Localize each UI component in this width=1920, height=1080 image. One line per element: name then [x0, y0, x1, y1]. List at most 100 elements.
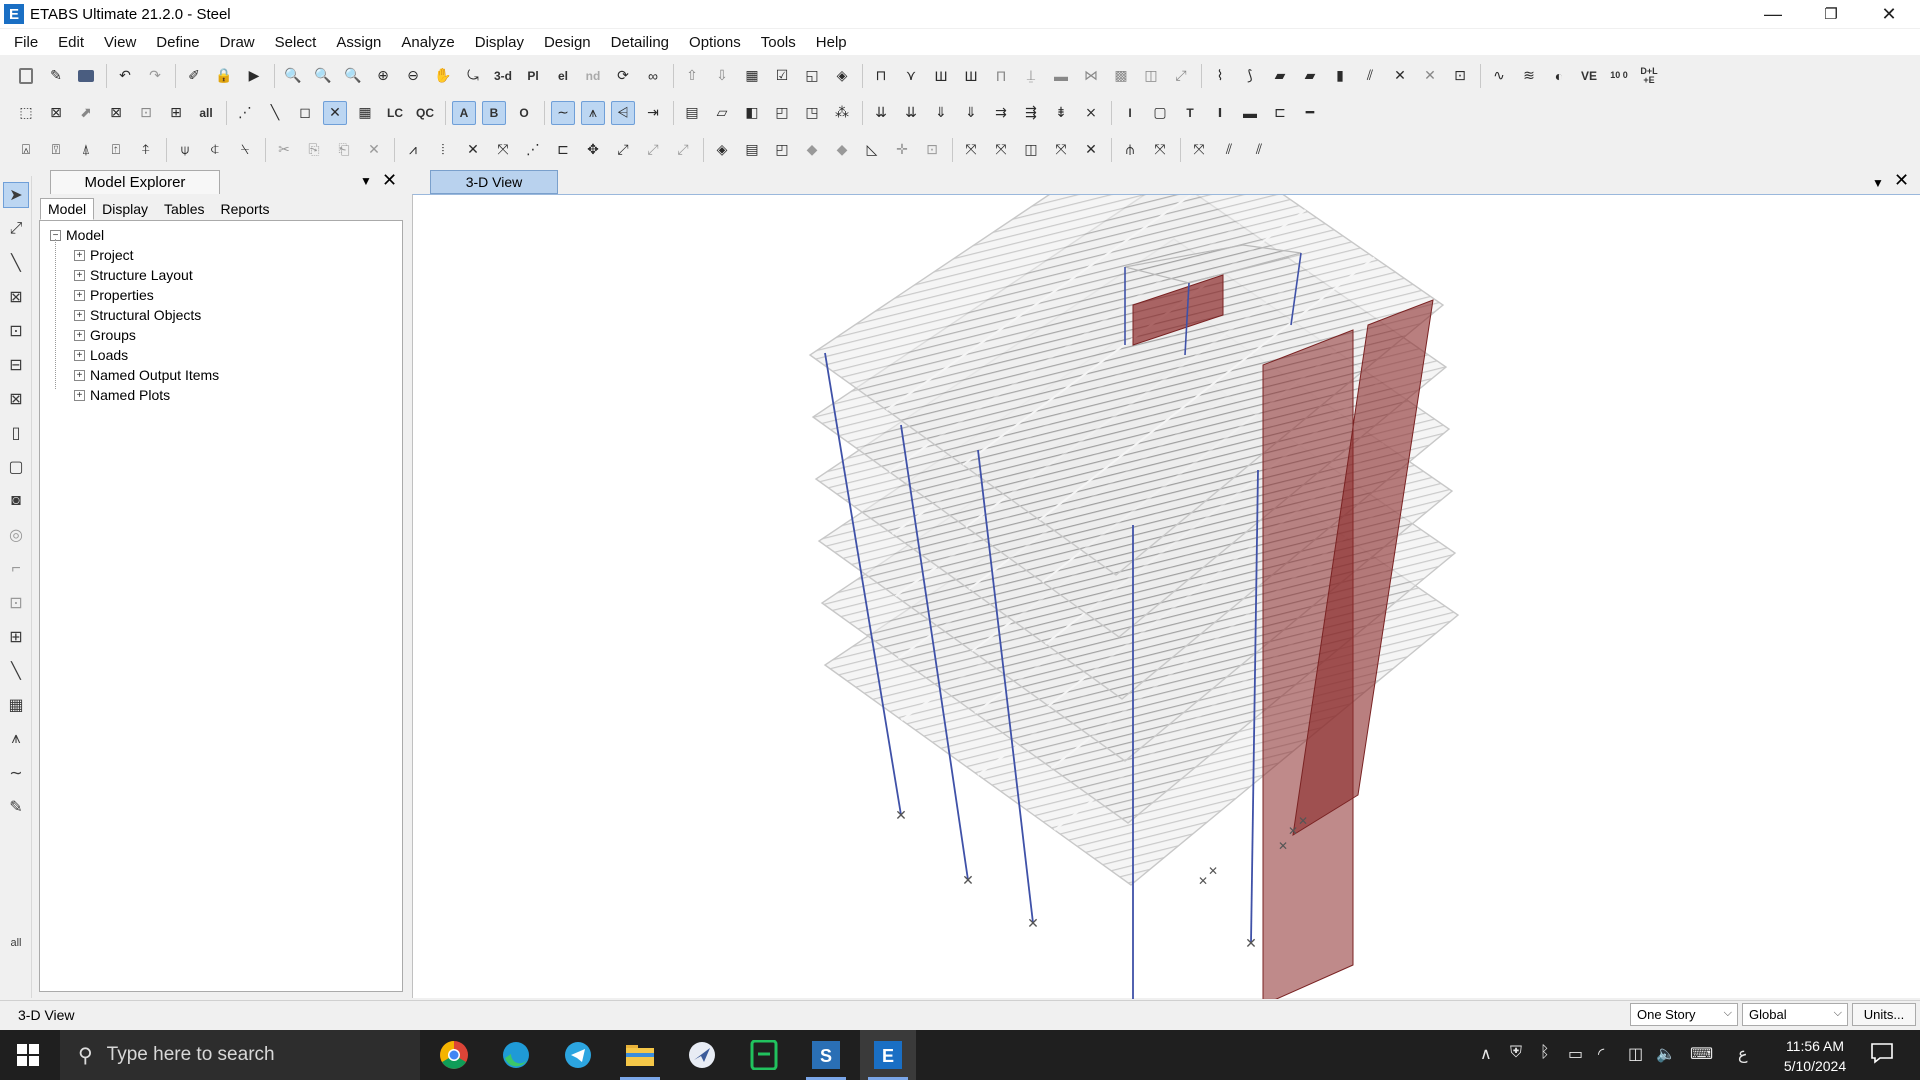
select-previous-icon[interactable]: ⬈	[74, 101, 98, 125]
joint-mass-icon[interactable]: ⍋	[74, 138, 98, 162]
volume-icon[interactable]: 🔈	[1656, 1044, 1676, 1064]
expand-icon[interactable]: +	[74, 389, 85, 401]
assign-self-weight-icon[interactable]: ⇟	[1049, 101, 1073, 125]
time-history-icon[interactable]: ∿	[1487, 64, 1511, 88]
show-offsets-icon[interactable]: ⇥	[641, 101, 665, 125]
tab-model[interactable]: Model	[40, 198, 95, 220]
section-i-icon[interactable]: I	[1118, 101, 1142, 125]
wall-section-icon[interactable]: ▮	[1328, 64, 1352, 88]
section-wide-i-icon[interactable]: Ⅰ	[1208, 101, 1232, 125]
check-model-icon[interactable]: ☑	[770, 64, 794, 88]
draw-section-cut-icon[interactable]: ⊞	[3, 624, 29, 650]
explorer-close-icon[interactable]: ✕	[382, 170, 397, 191]
cut-icon[interactable]: ✂	[272, 138, 296, 162]
menu-view[interactable]: View	[96, 34, 144, 51]
load-combo-100-icon[interactable]: 10 0	[1607, 64, 1631, 88]
tree-node-structural-objects[interactable]: + Structural Objects	[40, 305, 402, 325]
rotate-3d-icon[interactable]: ⤿	[461, 64, 485, 88]
select-intersecting-icon[interactable]: ⊡	[134, 101, 158, 125]
menu-design[interactable]: Design	[536, 34, 599, 51]
tree-node-properties[interactable]: + Properties	[40, 285, 402, 305]
assign-slab-icon[interactable]: ▤	[680, 101, 704, 125]
file-explorer-taskbar-icon[interactable]	[612, 1030, 668, 1080]
etabs-app-icon[interactable]: E	[4, 4, 24, 24]
rubber-band-zoom-icon[interactable]: 🔍	[281, 64, 305, 88]
set-display-options-icon[interactable]: ▦	[740, 64, 764, 88]
save-icon[interactable]	[74, 64, 98, 88]
restraint-icon[interactable]: ⍓	[14, 138, 38, 162]
elevation-view-icon[interactable]: el	[551, 64, 575, 88]
frame-forces-icon[interactable]: ⊓	[869, 64, 893, 88]
menu-detailing[interactable]: Detailing	[603, 34, 677, 51]
nd-view-icon[interactable]: nd	[581, 64, 605, 88]
undo-icon[interactable]: ↶	[113, 64, 137, 88]
section-bar-icon[interactable]: ━	[1298, 101, 1322, 125]
round-corner-icon[interactable]: ◆	[830, 138, 854, 162]
edit-areas-icon[interactable]: ▤	[740, 138, 764, 162]
tree-node-loads[interactable]: + Loads	[40, 345, 402, 365]
replicate-icon[interactable]: ⩘	[401, 138, 425, 162]
expand-icon[interactable]: +	[74, 349, 85, 361]
springs-icon[interactable]: ⍔	[44, 138, 68, 162]
merge-icon[interactable]: ⋰	[521, 138, 545, 162]
add-point-icon[interactable]: ⊡	[920, 138, 944, 162]
assign-area-load-icon[interactable]: ⇓	[929, 101, 953, 125]
frame-release-icon[interactable]: ⍦	[173, 138, 197, 162]
tab-display[interactable]: Display	[94, 198, 156, 220]
previous-zoom-icon[interactable]: 🔍	[341, 64, 365, 88]
draw-column-icon[interactable]: ⊡	[3, 318, 29, 344]
section-channel-icon[interactable]: ⊏	[1268, 101, 1292, 125]
slab-forces-icon[interactable]: ▩	[1109, 64, 1133, 88]
assign-wall-icon[interactable]: ◧	[740, 101, 764, 125]
menu-edit[interactable]: Edit	[50, 34, 92, 51]
display-o-icon[interactable]: O	[512, 101, 536, 125]
split-areas-icon[interactable]: ✛	[890, 138, 914, 162]
show-extrusion-icon[interactable]: ⩚	[581, 100, 605, 125]
menu-analyze[interactable]: Analyze	[393, 34, 462, 51]
joint-reactions-icon[interactable]: ⍊	[1019, 64, 1043, 88]
extrude-icon[interactable]: ⊏	[551, 138, 575, 162]
brace-icon[interactable]: ⫽	[1358, 64, 1382, 88]
steel-deck-icon[interactable]: ▰	[1268, 64, 1292, 88]
system-clock[interactable]: 11:56 AM 5/10/2024	[1760, 1036, 1870, 1076]
tree-node-named-output-items[interactable]: + Named Output Items	[40, 365, 402, 385]
strip-forces-icon[interactable]: ⤢	[1169, 64, 1193, 88]
language-indicator-icon[interactable]: ع	[1738, 1044, 1748, 1064]
disconnect-icon[interactable]: ✕	[1418, 64, 1442, 88]
units-button[interactable]: Units...	[1852, 1003, 1916, 1026]
lock-model-icon[interactable]: 🔒	[212, 64, 236, 88]
assign-temp-load-icon[interactable]: ⇶	[1019, 101, 1043, 125]
section-t-icon[interactable]: T	[1178, 101, 1202, 125]
draw-link-icon[interactable]: ╲	[3, 658, 29, 684]
view-3d-icon[interactable]: 3-d	[491, 64, 515, 88]
draw-area-icon[interactable]: ◻	[293, 101, 317, 125]
member-forces-icon[interactable]: Ш	[929, 64, 953, 88]
brace-draw-2-icon[interactable]: ⫽	[1217, 138, 1241, 162]
chrome-taskbar-icon[interactable]	[426, 1030, 482, 1080]
expand-icon[interactable]: +	[74, 369, 85, 381]
perspective-toggle-icon[interactable]: ∞	[641, 64, 665, 88]
show-fill-icon[interactable]: ⩤	[611, 100, 635, 125]
draw-rectangle-area-icon[interactable]: ▢	[3, 454, 29, 480]
tab-3d-view[interactable]: 3-D View	[430, 170, 558, 194]
brace-draw-3-icon[interactable]: ⫽	[1247, 138, 1271, 162]
security-shield-icon[interactable]: ⛨	[1510, 1044, 1522, 1062]
expand-icon[interactable]: +	[74, 269, 85, 281]
expand-areas-icon[interactable]: ◰	[770, 138, 794, 162]
align-icon[interactable]: ⦙	[431, 138, 455, 162]
coordinate-system-select[interactable]: Global ⌵	[1742, 1003, 1848, 1026]
redo-icon[interactable]: ↷	[143, 64, 167, 88]
move-up-icon[interactable]: ⇧	[680, 64, 704, 88]
draw-circle-icon[interactable]: ◎	[3, 522, 29, 548]
tree-node-structure-layout[interactable]: + Structure Layout	[40, 265, 402, 285]
assign-mesh-icon[interactable]: ⁂	[830, 101, 854, 125]
menu-file[interactable]: File	[6, 34, 46, 51]
rotate-view-icon[interactable]: ⟳	[611, 64, 635, 88]
display-a-icon[interactable]: A	[452, 100, 476, 125]
draw-line-icon[interactable]: ╲	[3, 250, 29, 276]
menu-tools[interactable]: Tools	[753, 34, 804, 51]
draw-grid-icon[interactable]: ▦	[3, 692, 29, 718]
snap-qc-icon[interactable]: QC	[413, 101, 437, 125]
invert-selection-icon[interactable]: ⊞	[164, 101, 188, 125]
safe-taskbar-icon[interactable]: S	[798, 1030, 854, 1080]
